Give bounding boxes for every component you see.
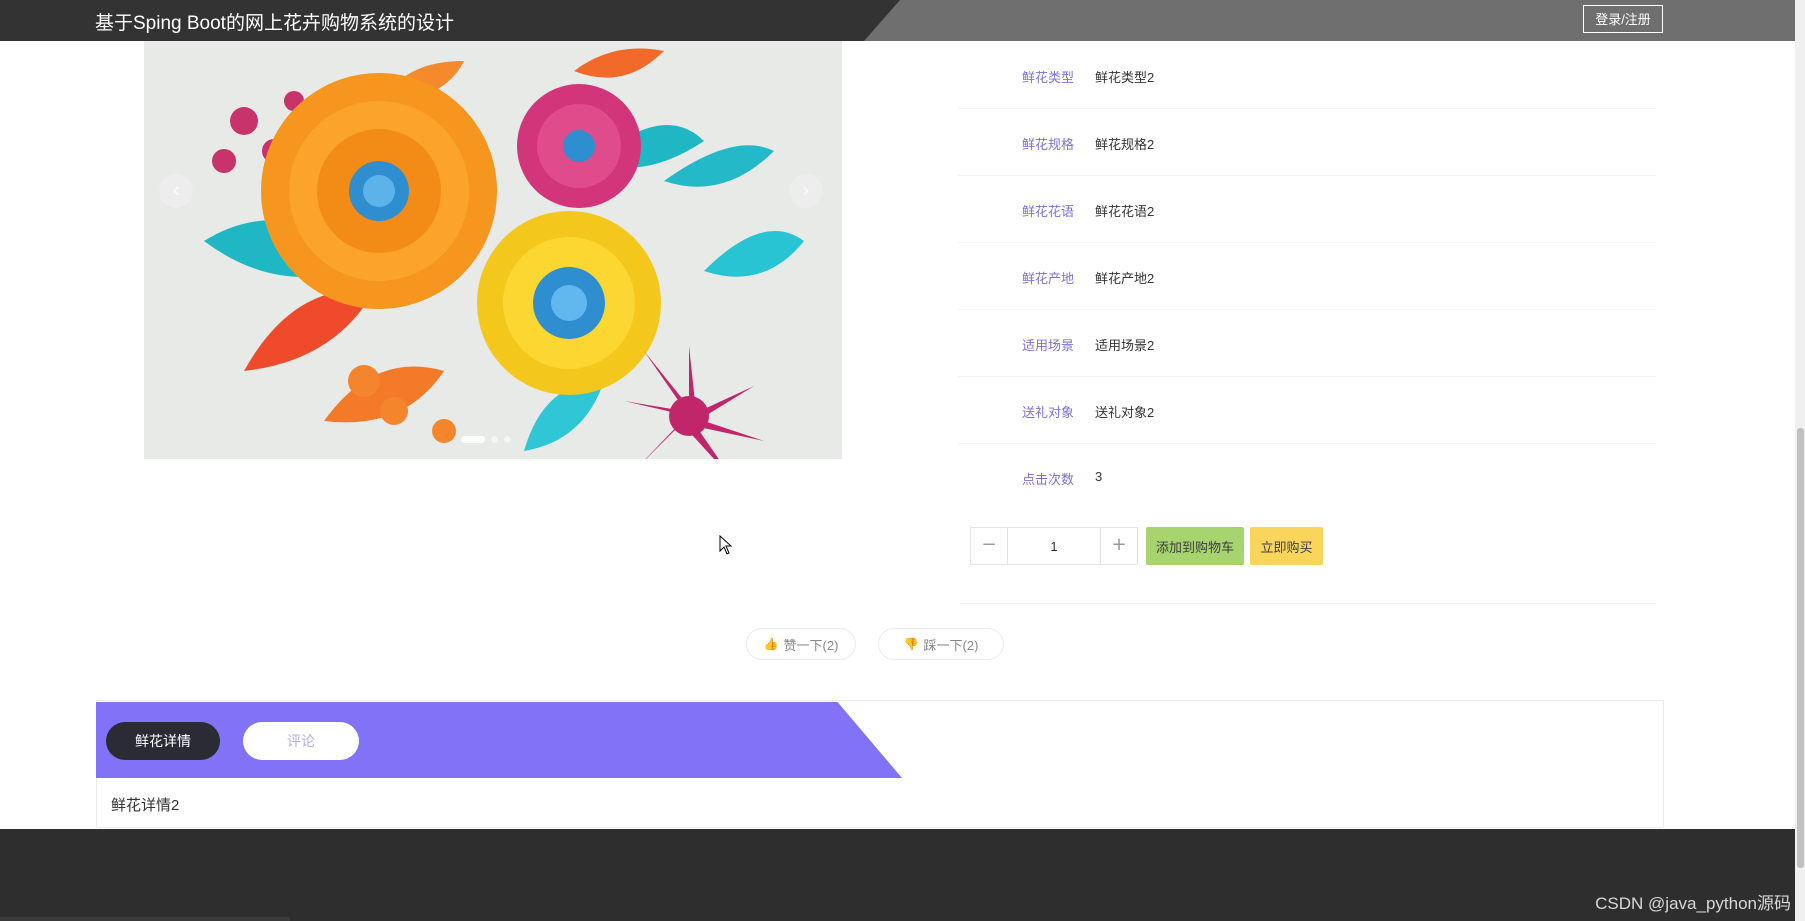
product-image-carousel[interactable]: ‹ › — [144, 41, 842, 459]
carousel-prev-button[interactable]: ‹ — [159, 174, 193, 208]
detail-label: 送礼对象 — [1022, 405, 1075, 420]
thumbs-down-icon: 👎 — [903, 637, 919, 651]
bottom-strip — [0, 917, 290, 921]
like-button[interactable]: 👍 赞一下(2) — [746, 628, 856, 660]
like-label: 赞一下(2) — [783, 637, 839, 653]
detail-row-flower-language: 鲜花花语 鲜花花语2 — [958, 175, 1656, 243]
quantity-input[interactable] — [1008, 528, 1100, 564]
detail-row-occasion: 适用场景 适用场景2 — [958, 309, 1656, 377]
dislike-label: 踩一下(2) — [923, 637, 979, 653]
detail-row-flower-spec: 鲜花规格 鲜花规格2 — [958, 108, 1656, 176]
detail-value: 鲜花产地2 — [1095, 271, 1155, 286]
detail-value: 鲜花规格2 — [1095, 137, 1155, 152]
detail-row-origin: 鲜花产地 鲜花产地2 — [958, 242, 1656, 310]
quantity-stepper: − + — [970, 527, 1138, 565]
buy-now-button[interactable]: 立即购买 — [1250, 527, 1323, 565]
detail-label: 鲜花花语 — [1022, 204, 1075, 219]
detail-value: 送礼对象2 — [1095, 405, 1155, 420]
mouse-cursor-icon — [719, 535, 733, 555]
detail-value: 3 — [1095, 469, 1103, 484]
top-navbar: 基于Sping Boot的网上花卉购物系统的设计 登录/注册 — [0, 0, 1795, 41]
site-title: 基于Sping Boot的网上花卉购物系统的设计 — [95, 13, 454, 34]
increase-quantity-button[interactable]: + — [1100, 528, 1137, 564]
dislike-button[interactable]: 👎 踩一下(2) — [878, 628, 1004, 660]
carousel-next-button[interactable]: › — [789, 174, 823, 208]
carousel-dot-3[interactable] — [504, 436, 511, 443]
tab-flower-details[interactable]: 鲜花详情 — [106, 722, 220, 760]
flower-product-image — [144, 41, 842, 459]
detail-value: 适用场景2 — [1095, 338, 1155, 353]
detail-row-flower-type: 鲜花类型 鲜花类型2 — [958, 41, 1656, 109]
watermark: CSDN @java_python源码 — [1595, 894, 1791, 913]
thumbs-up-icon: 👍 — [763, 637, 779, 651]
detail-label: 适用场景 — [1022, 338, 1075, 353]
pink-flower — [517, 84, 641, 208]
tab-content-text: 鲜花详情2 — [111, 797, 180, 814]
chevron-right-icon: › — [802, 178, 810, 202]
carousel-indicators — [461, 436, 511, 443]
product-detail-list: 鲜花类型 鲜花类型2 鲜花规格 鲜花规格2 鲜花花语 鲜花花语2 鲜花产地 鲜花… — [958, 41, 1656, 489]
detail-row-click-count: 点击次数 3 — [958, 443, 1656, 510]
login-register-button[interactable]: 登录/注册 — [1583, 5, 1663, 33]
add-to-cart-button[interactable]: 添加到购物车 — [1146, 527, 1244, 565]
detail-label: 鲜花类型 — [1022, 70, 1075, 85]
detail-label: 鲜花规格 — [1022, 137, 1075, 152]
orange-flower — [261, 73, 497, 309]
chevron-left-icon: ‹ — [172, 178, 180, 202]
tab-comments[interactable]: 评论 — [243, 722, 359, 760]
carousel-dot-1[interactable] — [461, 436, 485, 443]
detail-value: 鲜花花语2 — [1095, 204, 1155, 219]
scrollbar-thumb[interactable] — [1797, 428, 1804, 868]
carousel-dot-2[interactable] — [491, 436, 498, 443]
detail-row-gift-recipient: 送礼对象 送礼对象2 — [958, 376, 1656, 444]
decrease-quantity-button[interactable]: − — [971, 528, 1008, 564]
page-footer — [0, 829, 1795, 921]
detail-label: 鲜花产地 — [1022, 271, 1075, 286]
section-divider — [960, 603, 1656, 604]
detail-value: 鲜花类型2 — [1095, 70, 1155, 85]
yellow-flower — [477, 211, 661, 395]
detail-label: 点击次数 — [1022, 472, 1075, 487]
